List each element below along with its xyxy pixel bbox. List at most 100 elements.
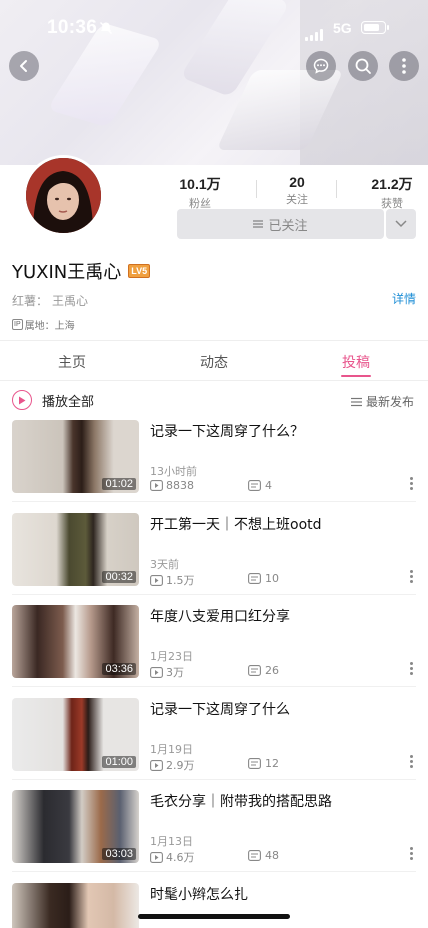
comment-icon [248,480,261,491]
video-comments: 48 [248,849,279,862]
avatar-image [26,158,101,233]
stat-value: 10.1万 [179,176,221,192]
honor-value: 王禹心 [52,294,89,308]
video-thumbnail: 01:00 [12,698,139,771]
divider [12,686,416,687]
comment-icon [248,850,261,861]
profile-name-row: YUXIN王禹心 LV5 [12,258,151,284]
play-count-icon [150,480,163,491]
video-thumbnail: 03:36 [12,605,139,678]
network-label: 5G [333,20,352,36]
video-title: 年度八支爱用口红分享 [150,609,290,625]
stat-following[interactable]: 20 关注 [257,174,337,207]
video-views: 8838 [150,479,194,492]
sort-label: 最新发布 [365,395,414,409]
video-item[interactable]: 03:36 年度八支爱用口红分享 1月23日 3万 26 [0,595,428,687]
video-title: 开工第一天｜不想上班ootd [150,517,322,533]
sort-lines-icon [350,397,362,406]
video-date: 3天前 [150,558,179,571]
status-time: 10:36 [47,17,98,38]
video-thumbnail: 00:32 [12,513,139,586]
sort-button[interactable]: 最新发布 [350,393,414,410]
more-button[interactable] [389,51,419,81]
chat-bubble-icon [313,58,329,74]
signal-icon [305,22,325,41]
stat-value: 21.2万 [371,176,413,192]
more-vertical-icon [402,58,406,74]
views-count: 4.6万 [166,851,195,864]
video-duration: 03:36 [102,663,136,675]
play-count-icon [150,759,163,771]
profile-name: YUXIN王禹心 [12,262,122,283]
tab-active-indicator [341,375,371,377]
video-item[interactable]: 01:00 记录一下这周穿了什么 1月19日 2.9万 12 [0,688,428,780]
search-button[interactable] [348,51,378,81]
play-all-button[interactable]: 播放全部 [12,390,94,410]
divider [336,180,337,198]
honor-row: 红薯： 王禹心 [12,292,88,309]
video-title: 记录一下这周穿了什么？ [150,424,304,440]
more-vertical-icon[interactable] [410,570,414,583]
divider [12,871,416,872]
profile-tabs: 主页 动态 投稿 [0,340,428,380]
detail-link[interactable]: 详情 [392,290,416,307]
ip-tag: IP [12,319,23,330]
video-item[interactable]: 01:02 记录一下这周穿了什么？ 13小时前 8838 4 [0,410,428,502]
play-count-icon [150,666,163,678]
battery-icon [361,21,389,34]
video-item[interactable]: 时髦小辫怎么扎 [0,873,428,928]
video-date: 1月13日 [150,835,193,848]
video-comments: 26 [248,664,279,677]
stat-label: 关注 [286,193,308,206]
comments-count: 48 [265,849,279,862]
avatar[interactable] [23,155,104,236]
more-vertical-icon[interactable] [410,847,414,860]
tab-home[interactable]: 主页 [32,352,112,372]
back-button[interactable] [9,51,39,81]
comments-count: 10 [265,572,279,585]
video-date: 13小时前 [150,465,197,478]
video-comments: 12 [248,757,279,770]
followed-label: 已关注 [268,218,308,234]
video-item[interactable]: 03:03 毛衣分享｜附带我的搭配思路 1月13日 4.6万 48 [0,780,428,872]
stat-likes[interactable]: 21.2万 获赞 [352,174,428,211]
stat-followers[interactable]: 10.1万 粉丝 [160,174,240,211]
chevron-left-icon [20,60,27,72]
comments-count: 4 [265,479,272,492]
search-icon [355,58,371,74]
stat-value: 20 [289,174,305,190]
video-comments: 4 [248,479,272,492]
play-count-icon [150,851,163,863]
comment-icon [248,665,261,676]
video-thumbnail: 03:03 [12,790,139,863]
divider [12,501,416,502]
status-bar: 10:36 5G [0,0,428,56]
recommend-dropdown-button[interactable] [386,209,416,239]
video-item[interactable]: 00:32 开工第一天｜不想上班ootd 3天前 1.5万 10 [0,503,428,595]
views-count: 1.5万 [166,574,195,587]
home-indicator[interactable] [138,914,290,919]
tab-posts[interactable]: 投稿 [316,352,396,372]
message-button[interactable] [306,51,336,81]
comment-icon [248,573,261,584]
ip-text: 属地：上海 [24,321,75,332]
comment-icon [248,758,261,769]
more-vertical-icon[interactable] [410,662,414,675]
video-thumbnail [12,883,139,928]
followed-button[interactable]: 已关注 [177,209,384,239]
ip-location: IP 属地：上海 [12,317,75,332]
level-badge[interactable]: LV5 [128,264,151,278]
divider [0,380,428,381]
views-count: 2.9万 [166,759,195,772]
more-vertical-icon[interactable] [410,755,414,768]
video-views: 3万 [150,664,184,680]
video-date: 1月23日 [150,650,193,663]
chevron-down-icon [395,220,407,228]
video-duration: 01:02 [102,478,136,490]
video-views: 2.9万 [150,757,195,773]
video-views: 1.5万 [150,572,195,588]
play-circle-icon [12,390,32,410]
video-views: 4.6万 [150,849,195,865]
tab-dynamics[interactable]: 动态 [174,352,254,372]
more-vertical-icon[interactable] [410,477,414,490]
